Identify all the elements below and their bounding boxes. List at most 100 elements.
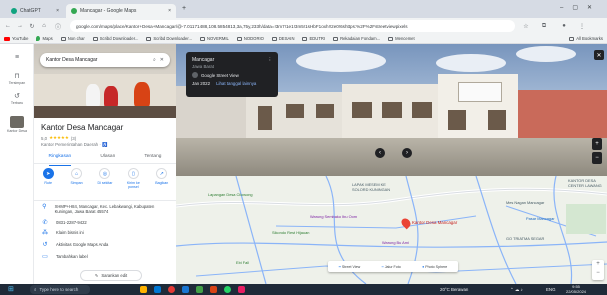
road — [176, 138, 607, 176]
more-options-icon[interactable]: ⋮ — [268, 57, 272, 63]
map-label[interactable]: Sikondo Rest Hijauan — [272, 230, 309, 235]
extensions-icon[interactable]: ⧉ — [540, 22, 548, 30]
window — [286, 104, 304, 118]
bookmark-star-icon[interactable]: ☆ — [522, 22, 530, 30]
folder-icon — [388, 36, 394, 41]
tab-chatgpt[interactable]: ChatGPT × — [6, 4, 64, 18]
address-bar[interactable]: google.com/maps/place/Kantor+Desa+Mancag… — [70, 20, 515, 32]
activity-row[interactable]: ↺ Aktivitas Google Maps Anda — [42, 242, 172, 248]
new-tab-button[interactable]: + — [182, 5, 186, 12]
tab-google-maps[interactable]: Mancagar - Google Maps × — [66, 4, 176, 18]
map-label[interactable]: Mes Nagan Mancagar — [506, 200, 544, 205]
file-explorer-icon[interactable] — [140, 286, 147, 293]
tray-icons[interactable]: ⌃ ☁ ♪ — [510, 287, 523, 293]
close-tab-icon[interactable]: × — [56, 8, 59, 14]
close-street-view-icon[interactable]: ✕ — [594, 50, 604, 60]
bookmark-youtube[interactable]: YouTube — [4, 36, 28, 41]
rail-item-place[interactable]: Kantor Desa — [0, 116, 34, 133]
bookmark-icon — [92, 36, 98, 41]
send-to-phone-button[interactable]: ▯ Kirim ke ponsel — [122, 168, 144, 198]
address-row[interactable]: ⚲ XHMP+H84, Mancagar, Kec. Lebakwangi, K… — [42, 204, 172, 214]
map-label[interactable]: Warung Sembako Ibu Oom — [310, 214, 357, 219]
tab-overview[interactable]: Ringkasan — [48, 152, 71, 166]
bookmark-item[interactable]: Scribd Downloader... — [92, 36, 138, 41]
search-icon[interactable]: ⌕ — [153, 57, 156, 63]
save-button[interactable]: ⌂ Simpan — [66, 168, 88, 198]
whatsapp-icon[interactable] — [224, 286, 231, 293]
bookmark-folder[interactable]: NODORIO — [236, 36, 264, 41]
place-title: Kantor Desa Mancagar — [41, 123, 124, 132]
directions-icon: ➤ — [42, 168, 54, 179]
bookmark-folder[interactable]: Rekadaian Fondam... — [333, 36, 380, 41]
home-icon[interactable]: ⌂ — [40, 22, 48, 30]
bookmark-folder[interactable]: Mencemet — [388, 36, 415, 41]
street-view-info-card: Mancagar ⋮ Jawa Barat Google Street View… — [186, 52, 278, 97]
claim-business-row[interactable]: ⁂ Klaim bisnis ini — [42, 230, 172, 236]
search-box[interactable]: Kantor Desa Mancagar ⌕ ✕ — [40, 53, 170, 67]
window — [382, 102, 402, 118]
taskbar-search[interactable]: ⌕ Type here to search — [30, 285, 90, 294]
map-label[interactable]: Ebi Fall — [236, 260, 249, 265]
bookmark-icon: ⌂ — [71, 168, 83, 179]
weather-widget[interactable]: 20°C Berawan — [440, 287, 468, 292]
back-icon[interactable]: ← — [4, 22, 12, 30]
tab-label: Mancagar - Google Maps — [80, 8, 137, 14]
bookmark-folder[interactable]: NOVERMIL — [200, 36, 229, 41]
share-button[interactable]: ↗ Bagikan — [151, 168, 173, 198]
tab-about[interactable]: Tentang — [144, 152, 161, 163]
map-label[interactable]: LAPAK MESEM KE SOLORD KUNINGAN — [352, 182, 402, 192]
bookmark-maps[interactable]: Maps — [36, 36, 53, 41]
chrome-menu-icon[interactable]: ⋮ — [578, 22, 586, 30]
more-dates-link[interactable]: Lihat tanggal lainnya — [216, 81, 256, 86]
pan-right-arrow-icon[interactable]: › — [402, 148, 412, 158]
rating-row[interactable]: 5,0 ★★★★★ (3) — [41, 135, 76, 141]
map-label[interactable]: Warung Bu Ami — [382, 240, 409, 245]
place-category[interactable]: Kantor Pemerintahan Daerah · ♿ — [41, 142, 107, 148]
folder-icon — [333, 36, 339, 41]
menu-icon[interactable]: ≡ — [0, 54, 34, 61]
bookmark-folder[interactable]: EDUTRI — [302, 36, 325, 41]
phone-row[interactable]: ✆ 0831-2287-9422 — [42, 220, 172, 226]
add-label-row[interactable]: ▭ Tambahkan label — [42, 254, 172, 260]
forward-icon[interactable]: → — [16, 22, 24, 30]
close-tab-icon[interactable]: × — [168, 8, 171, 14]
search-input[interactable]: Kantor Desa Mancagar — [46, 57, 149, 63]
word-icon[interactable] — [182, 286, 189, 293]
excel-icon[interactable] — [196, 286, 203, 293]
clock[interactable]: 9:55 22/05/2024 — [566, 284, 586, 294]
map-label[interactable]: Lapangan Desa Cilowong — [208, 192, 253, 197]
rail-item-saved[interactable]: ⊓ Tersimpan — [0, 72, 34, 85]
search-icon: ⌕ — [34, 287, 37, 292]
pan-left-arrow-icon[interactable]: ‹ — [375, 148, 385, 158]
bookmark-item[interactable]: Non char — [60, 36, 85, 41]
rail-item-recent[interactable]: ↺ Terbaru — [0, 92, 34, 105]
bookmark-folder[interactable]: DESAIN — [271, 36, 294, 41]
map-label-selected[interactable]: Kantor Desa Mancagar — [412, 220, 457, 225]
bookmark-item[interactable]: Scribd Downloader... — [146, 36, 192, 41]
edge-icon[interactable] — [154, 286, 161, 293]
zoom-in-icon[interactable]: + — [592, 138, 602, 150]
all-bookmarks-button[interactable]: All Bookmarks — [569, 36, 603, 41]
site-info-icon[interactable]: ⓘ — [54, 22, 62, 31]
close-icon[interactable]: ✕ — [160, 57, 164, 63]
map-label[interactable]: KANTOR DESA CENTER LAWANG — [568, 178, 607, 188]
suggest-edit-button[interactable]: ✎ Sarankan edit — [80, 270, 142, 281]
powerpoint-icon[interactable] — [210, 286, 217, 293]
zoom-out-icon[interactable]: − — [592, 152, 602, 164]
chrome-icon[interactable] — [168, 286, 175, 293]
street-view[interactable]: Mancagar ⋮ Jawa Barat Google Street View… — [176, 44, 607, 176]
sv-photographer: Google Street View — [201, 72, 239, 78]
windows-start-icon[interactable]: ⊞ — [8, 285, 14, 293]
window-controls[interactable]: –▢✕ — [560, 4, 601, 11]
map-zoom-control[interactable]: + − — [592, 260, 604, 280]
tab-reviews[interactable]: Ulasan — [100, 152, 115, 163]
map-label[interactable]: Pasar Mancagar — [526, 216, 555, 221]
app-icon[interactable] — [238, 286, 245, 293]
directions-button[interactable]: ➤ Rute — [37, 168, 59, 198]
map-canvas[interactable]: Lapangan Desa Cilowong LAPAK MESEM KE SO… — [176, 176, 607, 284]
language-indicator[interactable]: ENG — [546, 287, 556, 292]
reload-icon[interactable]: ↻ — [28, 22, 36, 30]
nearby-button[interactable]: ◎ Di sekitar — [94, 168, 116, 198]
map-label[interactable]: GO TRIATMA SEGAR — [506, 236, 544, 241]
profile-avatar-icon[interactable]: ● — [560, 22, 568, 30]
